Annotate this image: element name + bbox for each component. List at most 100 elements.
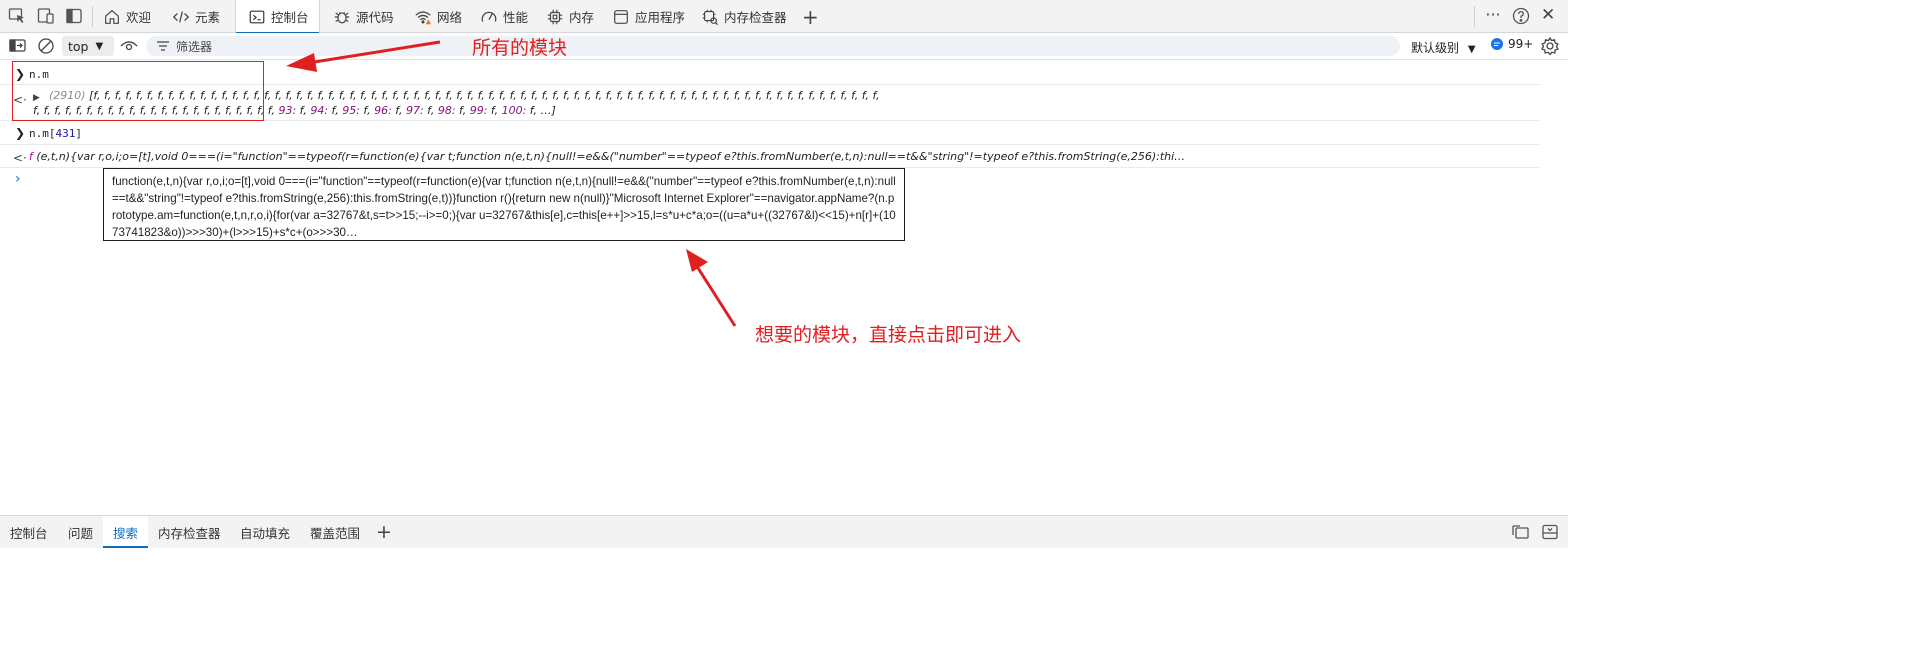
drawer-tab-label: 内存检查器 [158,525,221,541]
separator [92,6,93,27]
issues-counter[interactable]: 99+ [1490,37,1533,51]
tab-application[interactable]: 应用程序 [612,0,692,33]
drawer-tab-coverage[interactable]: 覆盖范围 [300,516,370,548]
drawer-tab-label: 覆盖范围 [310,525,361,541]
tab-performance[interactable]: 性能 [480,0,538,33]
array-index-value: f, [328,104,343,117]
device-emulation-icon[interactable] [36,6,56,26]
array-indexed-item: 96: f, [374,104,406,117]
code-icon [172,10,190,23]
dock-sidebar-icon[interactable] [64,6,84,26]
command-object: n.m[ [29,127,56,140]
tab-label: 性能 [503,10,529,25]
array-index-key: 93: [278,104,297,117]
help-icon[interactable] [1511,6,1531,26]
inspect-element-icon[interactable] [7,6,27,26]
array-index-key: 96: [374,104,392,117]
array-index-value: f, [423,104,438,117]
drawer-add-tab-button[interactable]: + [376,516,392,548]
drawer-tab-memory-inspector[interactable]: 内存检查器 [148,516,231,548]
input-prompt-icon: ❯ [15,126,26,140]
drawer-tab-issues[interactable]: 问题 [58,516,103,548]
clear-console-icon[interactable] [36,36,56,56]
array-index-key: 98: [437,104,456,117]
array-indexed-item: 99: f, [470,104,502,117]
tab-label: 欢迎 [126,10,152,25]
array-ellipsis: …] [540,104,556,117]
devtools-tab-bar: 欢迎 元素 控制台 源代码 网络 性能 内存 应用程序 内存检查器 + ··· … [0,0,1568,34]
function-source-tooltip: function(e,t,n){var r,o,i;o=[t],void 0==… [103,168,905,241]
drawer-tab-search[interactable]: 搜索 [103,516,149,548]
function-source: (e,t,n){var r,o,i;o=[t],void 0===(i="fun… [36,150,1186,163]
array-index-value: f, [487,104,502,117]
dock-drawer-icon[interactable] [1511,522,1531,542]
tab-welcome[interactable]: 欢迎 [103,0,161,33]
drawer-tab-label: 自动填充 [240,525,291,541]
array-indexed-item: 98: f, [438,104,470,117]
tab-memory-inspector[interactable]: 内存检查器 [701,0,793,33]
drawer-tab-label: 搜索 [113,525,139,541]
console-icon [249,10,265,23]
show-sidebar-icon[interactable] [8,36,28,56]
log-level-value: 默认级别 [1411,41,1460,55]
array-index-key: 97: [405,104,424,117]
array-index-key: 99: [469,104,488,117]
tab-label: 源代码 [356,10,394,25]
context-selector[interactable]: top ▼ [62,36,114,56]
drawer-tab-bar: 控制台 问题 搜索 内存检查器 自动填充 覆盖范围 + [0,515,1568,548]
array-indexed-item: 93: f, [278,104,310,117]
tooltip-text: function(e,t,n){var r,o,i;o=[t],void 0==… [112,175,896,239]
tab-label: 内存检查器 [724,10,787,25]
plus-icon: + [376,521,392,543]
home-icon [105,9,119,24]
array-index-value: f, [391,104,406,117]
drawer-tab-label: 问题 [68,525,94,541]
wifi-warning-icon [415,10,432,24]
array-indexed-item: 97: f, [406,104,438,117]
bug-icon [334,11,350,23]
more-options-icon[interactable]: ··· [1483,5,1503,25]
array-index-key: 95: [342,104,360,117]
tab-label: 控制台 [271,10,309,25]
drawer-tab-console[interactable]: 控制台 [0,516,58,548]
caret-down-icon: ▼ [95,40,104,52]
array-indexed-item: 100: f, [502,104,541,117]
context-value: top [68,38,89,54]
tab-sources[interactable]: 源代码 [333,0,403,33]
command-text: n.m[431] [29,126,82,141]
close-drawer-icon[interactable] [1540,522,1560,542]
array-indexed-item: 94: f, [310,104,342,117]
close-devtools-icon[interactable]: ✕ [1541,5,1561,25]
function-f-marker: f [29,150,33,163]
filter-placeholder: 筛选器 [176,39,213,54]
function-preview[interactable]: f (e,t,n){var r,o,i;o=[t],void 0===(i="f… [29,149,1399,164]
console-input-line[interactable]: ❯ n.m[431] [0,122,1540,145]
memory-inspector-icon [702,9,719,25]
array-index-key: 94: [310,104,329,117]
tab-label: 应用程序 [635,10,686,25]
settings-gear-icon[interactable] [1540,36,1560,56]
chip-icon [547,9,563,24]
drawer-tab-autofill[interactable]: 自动填充 [230,516,300,548]
array-index-value: f, [359,104,375,117]
tab-elements[interactable]: 元素 [172,0,230,33]
log-level-dropdown[interactable]: 默认级别 ▼ [1411,39,1476,56]
array-index-value: f, [526,104,541,117]
array-index-value: f, [455,104,470,117]
array-index-key: 100: [501,104,527,117]
return-value-icon: <· [13,151,27,165]
drawer-tab-label: 控制台 [10,525,48,541]
live-expression-eye-icon[interactable] [119,36,139,56]
console-toolbar: top ▼ 筛选器 默认级别 ▼ 99+ [0,33,1568,60]
tab-console[interactable]: 控制台 [235,0,320,34]
issue-chat-icon [1491,38,1503,50]
add-tab-button[interactable]: + [802,0,822,33]
arrow-to-wanted-module [686,249,737,327]
tab-memory[interactable]: 内存 [546,0,604,33]
tab-network[interactable]: 网络 [414,0,472,33]
filter-input[interactable]: 筛选器 [146,36,1400,56]
caret-down-icon: ▼ [1467,44,1476,55]
console-output-line[interactable]: <· f (e,t,n){var r,o,i;o=[t],void 0===(i… [0,146,1540,168]
annotation-bottom-label: 想要的模块，直接点击即可进入 [755,324,1022,346]
array-indexed-item: 95: f, [342,104,374,117]
